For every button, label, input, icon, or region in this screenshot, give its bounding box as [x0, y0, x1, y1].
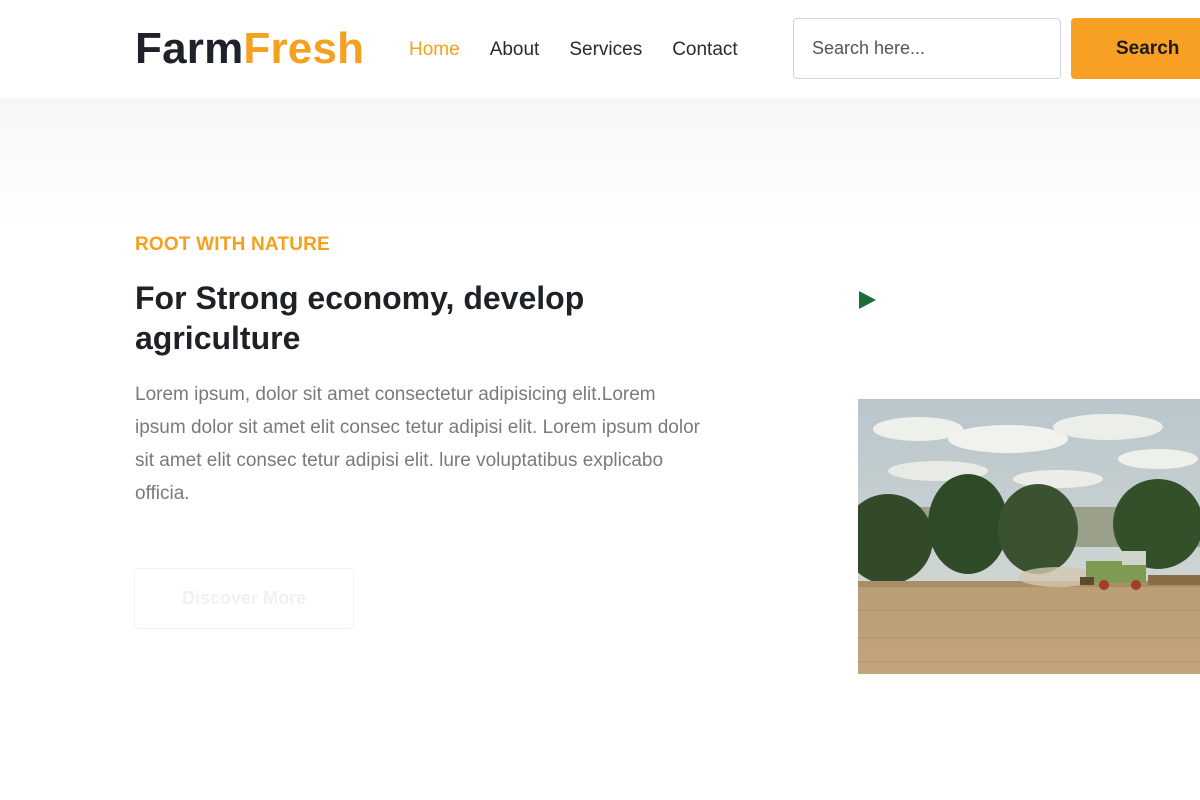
discover-more-button[interactable]: Discover More [134, 568, 354, 629]
nav-item-contact[interactable]: Contact [672, 38, 737, 62]
nav-item-about[interactable]: About [490, 38, 540, 62]
nav-item-services[interactable]: Services [569, 38, 642, 62]
play-icon[interactable] [858, 290, 878, 310]
hero-eyebrow: ROOT WITH NATURE [135, 234, 330, 255]
logo[interactable]: FarmFresh [135, 24, 364, 74]
hero-background-band [0, 98, 1200, 228]
main-nav: Home About Services Contact [409, 38, 768, 62]
site-header: FarmFresh Home About Services Contact Se… [0, 0, 1200, 98]
search-input[interactable] [793, 18, 1061, 79]
hero-body-text: Lorem ipsum, dolor sit amet consectetur … [135, 384, 700, 504]
search-button[interactable]: Search [1071, 18, 1200, 79]
nav-item-home[interactable]: Home [409, 38, 460, 62]
logo-part-fresh: Fresh [243, 24, 365, 73]
harvest-field-image[interactable] [858, 399, 1200, 674]
logo-part-farm: Farm [135, 24, 244, 73]
hero-headline: For Strong economy, develop agriculture [135, 280, 585, 356]
